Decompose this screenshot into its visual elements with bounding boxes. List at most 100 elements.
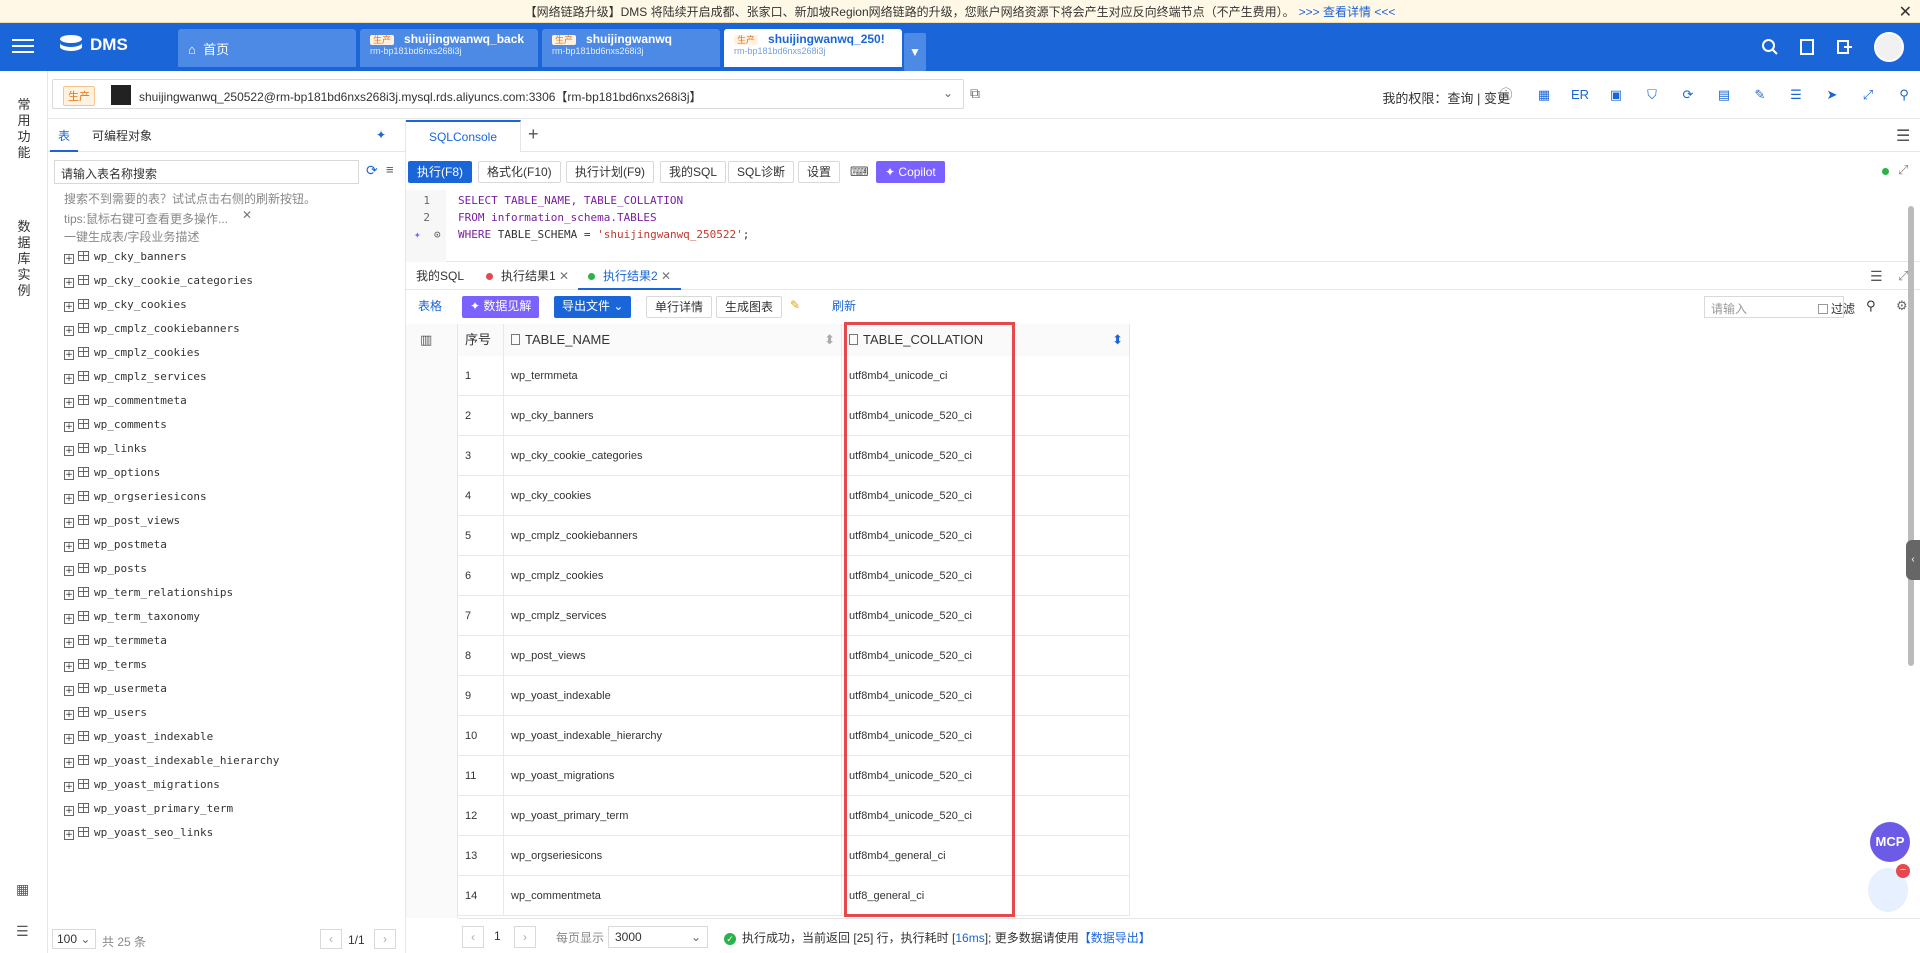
- cell-index[interactable]: 10: [458, 716, 504, 756]
- minimize-icon[interactable]: −: [1896, 864, 1910, 878]
- fullscreen-icon[interactable]: ⤢: [1860, 87, 1876, 103]
- col-header-index[interactable]: 序号: [458, 324, 504, 356]
- table-tree-item[interactable]: + wp_usermeta: [64, 682, 167, 702]
- table-row[interactable]: 14 wp_commentmeta utf8_general_ci: [458, 876, 1130, 916]
- table-row[interactable]: 9 wp_yoast_indexable utf8mb4_unicode_520_c…: [458, 676, 1130, 716]
- cell-table-name[interactable]: wp_yoast_migrations: [504, 756, 842, 796]
- expand-icon[interactable]: +: [64, 398, 74, 408]
- table-tree-item[interactable]: + wp_options: [64, 466, 160, 486]
- keyboard-icon[interactable]: ⌨: [850, 164, 869, 180]
- cell-index[interactable]: 13: [458, 836, 504, 876]
- document-icon[interactable]: [1798, 38, 1816, 56]
- cell-table-name[interactable]: wp_yoast_primary_term: [504, 796, 842, 836]
- sort-icon[interactable]: ⬍: [1112, 324, 1123, 356]
- mcp-button[interactable]: MCP: [1870, 822, 1910, 862]
- run-line-icon[interactable]: ⊙: [434, 228, 441, 241]
- refresh-button[interactable]: 刷新: [824, 296, 864, 318]
- search-icon[interactable]: ⚲: [1866, 298, 1876, 314]
- er-button[interactable]: ER: [1568, 87, 1592, 103]
- refresh-icon[interactable]: ⟳: [1680, 87, 1696, 103]
- sql-diagnose-button[interactable]: SQL诊断: [728, 161, 795, 183]
- collapse-side-handle[interactable]: ‹: [1906, 540, 1920, 580]
- link-icon[interactable]: ⚲: [1896, 87, 1912, 103]
- my-sql-button[interactable]: 我的SQL: [660, 161, 727, 183]
- table-tree-item[interactable]: + wp_yoast_indexable: [64, 730, 213, 750]
- prev-page-button[interactable]: ‹: [462, 926, 484, 948]
- cell-index[interactable]: 9: [458, 676, 504, 716]
- table-tree-item[interactable]: + wp_termmeta: [64, 634, 167, 654]
- table-row[interactable]: 5 wp_cmplz_cookiebanners utf8mb4_unicode_5…: [458, 516, 1130, 556]
- cell-table-name[interactable]: wp_commentmeta: [504, 876, 842, 916]
- expand-icon[interactable]: +: [64, 662, 74, 672]
- table-tree-item[interactable]: + wp_comments: [64, 418, 167, 438]
- cell-index[interactable]: 12: [458, 796, 504, 836]
- expand-icon[interactable]: +: [64, 614, 74, 624]
- add-tab-icon[interactable]: +: [528, 124, 539, 145]
- close-icon[interactable]: ✕: [242, 208, 252, 222]
- tab-more-chevron-icon[interactable]: ▼: [904, 33, 926, 71]
- filter-toggle[interactable]: 过滤: [1818, 300, 1855, 317]
- expand-icon[interactable]: +: [64, 446, 74, 456]
- expand-icon[interactable]: +: [64, 782, 74, 792]
- generate-description-link[interactable]: 一键生成表/字段业务描述: [64, 228, 199, 245]
- table-tree-item[interactable]: + wp_cky_banners: [64, 250, 187, 270]
- expand-icon[interactable]: +: [64, 590, 74, 600]
- tab-db-1[interactable]: 生产 shuijingwanwq_back rm-bp181bd6nxs268i3…: [360, 29, 538, 67]
- ai-sparkle-icon[interactable]: ✦: [376, 128, 386, 142]
- expand-icon[interactable]: +: [64, 566, 74, 576]
- expand-icon[interactable]: +: [64, 518, 74, 528]
- row-detail-button[interactable]: 单行详情: [646, 296, 713, 318]
- table-row[interactable]: 1 wp_termmeta utf8mb4_unicode_ci: [458, 356, 1130, 396]
- settings-button[interactable]: 设置: [798, 161, 841, 183]
- prev-page-button[interactable]: ‹: [320, 929, 342, 949]
- table-row[interactable]: 8 wp_post_views utf8mb4_unicode_520_ci: [458, 636, 1130, 676]
- expand-icon[interactable]: +: [64, 710, 74, 720]
- cell-index[interactable]: 3: [458, 436, 504, 476]
- table-tree-item[interactable]: + wp_links: [64, 442, 147, 462]
- expand-icon[interactable]: +: [64, 254, 74, 264]
- cell-table-name[interactable]: wp_cky_cookie_categories: [504, 436, 842, 476]
- edit-icon[interactable]: ✎: [1752, 87, 1768, 103]
- expand-icon[interactable]: +: [64, 470, 74, 480]
- table-tree-item[interactable]: + wp_commentmeta: [64, 394, 187, 414]
- cell-table-name[interactable]: wp_yoast_indexable: [504, 676, 842, 716]
- shield-icon[interactable]: ⛉: [1644, 87, 1660, 103]
- table-tree-item[interactable]: + wp_cky_cookie_categories: [64, 274, 253, 294]
- tab-tables[interactable]: 表: [50, 120, 79, 152]
- table-tree-item[interactable]: + wp_term_taxonomy: [64, 610, 200, 630]
- table-row[interactable]: 13 wp_orgseriesicons utf8mb4_general_ci: [458, 836, 1130, 876]
- expand-icon[interactable]: ⤢: [1898, 268, 1908, 284]
- table-tree-item[interactable]: + wp_yoast_indexable_hierarchy: [64, 754, 279, 774]
- cell-index[interactable]: 11: [458, 756, 504, 796]
- tab-db-2[interactable]: 生产 shuijingwanwq rm-bp181bd6nxs268i3j: [542, 29, 720, 67]
- cell-index[interactable]: 2: [458, 396, 504, 436]
- table-row[interactable]: 11 wp_yoast_migrations utf8mb4_unicode_520…: [458, 756, 1130, 796]
- close-icon[interactable]: ✕: [559, 269, 569, 283]
- cell-index[interactable]: 7: [458, 596, 504, 636]
- expand-icon[interactable]: +: [64, 278, 74, 288]
- sql-editor[interactable]: 1 2 ✦ ⊙ SELECT TABLE_NAME, TABLE_COLLATI…: [406, 190, 1920, 262]
- cell-index[interactable]: 6: [458, 556, 504, 596]
- table-tree-item[interactable]: + wp_users: [64, 706, 147, 726]
- explain-button[interactable]: 执行计划(F9): [566, 161, 654, 183]
- table-tree-item[interactable]: + wp_yoast_migrations: [64, 778, 220, 798]
- cell-index[interactable]: 5: [458, 516, 504, 556]
- expand-icon[interactable]: +: [64, 374, 74, 384]
- table-tree-item[interactable]: + wp_cmplz_cookies: [64, 346, 200, 366]
- cell-table-name[interactable]: wp_orgseriesicons: [504, 836, 842, 876]
- menu-icon[interactable]: [12, 35, 34, 57]
- announcement-link[interactable]: >>> 查看详情 <<<: [1299, 3, 1396, 20]
- user-avatar[interactable]: [1874, 32, 1904, 62]
- tab-db-3-active[interactable]: 生产 shuijingwanwq_250! rm-bp181bd6nxs268i3…: [724, 29, 902, 67]
- table-tree-item[interactable]: + wp_post_views: [64, 514, 180, 534]
- expand-icon[interactable]: +: [64, 758, 74, 768]
- cell-table-name[interactable]: wp_cmplz_services: [504, 596, 842, 636]
- tab-programmable-objects[interactable]: 可编程对象: [84, 120, 160, 152]
- editor-scrollbar[interactable]: [1908, 206, 1914, 666]
- table-tree-item[interactable]: + wp_posts: [64, 562, 147, 582]
- collapse-menu-icon[interactable]: ☰: [16, 923, 29, 940]
- table-tree-item[interactable]: + wp_cmplz_services: [64, 370, 207, 390]
- send-icon[interactable]: ➤: [1824, 87, 1840, 103]
- table-search-input[interactable]: 请输入表名称搜索: [54, 160, 359, 184]
- format-button[interactable]: 格式化(F10): [478, 161, 561, 183]
